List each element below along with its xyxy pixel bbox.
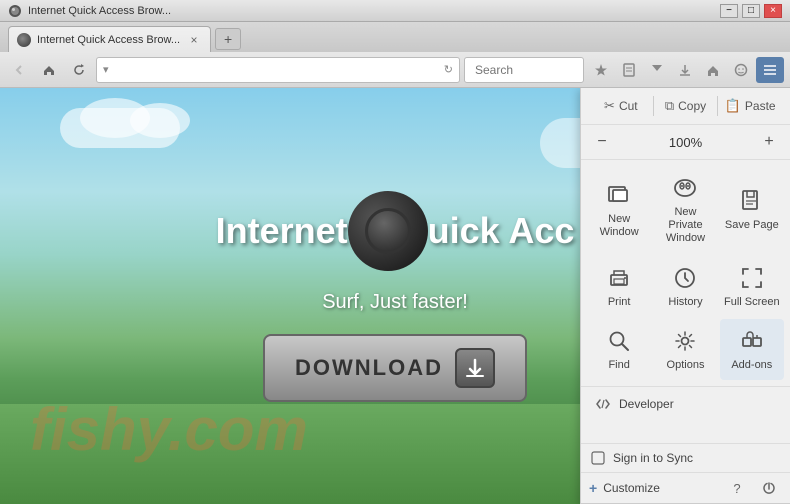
tab-favicon [17, 33, 31, 47]
copy-label: Copy [678, 99, 706, 113]
paste-icon: 📋 [725, 98, 741, 114]
save-page-icon [738, 187, 766, 215]
tab-bar: Internet Quick Access Brow... × + [0, 22, 790, 52]
sign-in-icon [589, 449, 607, 467]
pocket-icon[interactable] [644, 57, 670, 83]
menu-item-options[interactable]: Options [653, 319, 717, 380]
page-title-left: Internet [216, 210, 348, 252]
find-icon [605, 327, 633, 355]
menu-item-add-ons-label: Add-ons [731, 359, 772, 372]
new-tab-button[interactable]: + [215, 28, 241, 50]
developer-label: Developer [619, 397, 674, 411]
toolbar-icons [588, 57, 784, 83]
developer-icon [595, 396, 611, 412]
customize-row: + Customize ? [581, 472, 790, 503]
tab-close-button[interactable]: × [186, 32, 202, 48]
home-icon [42, 63, 56, 77]
zoom-in-button[interactable]: + [756, 129, 782, 155]
back-button[interactable] [6, 57, 32, 83]
hamburger-icon [763, 65, 777, 75]
page-subtitle: Surf, Just faster! [322, 291, 468, 314]
address-bar[interactable]: ▾ ↻ [96, 57, 460, 83]
zoom-level: 100% [619, 135, 752, 150]
menu-item-save-page-label: Save Page [725, 219, 779, 232]
address-dropdown-icon: ▾ [103, 63, 109, 76]
download-toolbar-icon[interactable] [672, 57, 698, 83]
page-logo [348, 191, 428, 271]
zoom-out-button[interactable]: − [589, 129, 615, 155]
address-refresh-icon: ↻ [444, 63, 453, 76]
private-window-icon [671, 174, 699, 202]
cut-label: Cut [619, 99, 638, 113]
menu-item-add-ons[interactable]: Add-ons [720, 319, 784, 380]
nav-bar: ▾ ↻ [0, 52, 790, 88]
customize-plus-icon: + [589, 480, 597, 496]
active-tab[interactable]: Internet Quick Access Brow... × [8, 26, 211, 52]
window-title: Internet Quick Access Brow... [28, 5, 171, 17]
sign-in-label[interactable]: Sign in to Sync [613, 451, 693, 465]
new-window-icon [605, 181, 633, 209]
download-button[interactable]: DOWNLOAD [263, 334, 527, 402]
menu-item-new-window[interactable]: New Window [587, 166, 651, 254]
power-button[interactable] [756, 477, 782, 499]
bookmark-star-icon[interactable] [588, 57, 614, 83]
zoom-row: − 100% + [581, 125, 790, 160]
search-bar[interactable] [464, 57, 584, 83]
menu-grid: New Window New Private Window Save Page [581, 160, 790, 387]
print-icon [605, 264, 633, 292]
menu-item-print[interactable]: Print [587, 256, 651, 317]
browser-favicon [8, 4, 22, 18]
menu-footer: Sign in to Sync [581, 443, 790, 472]
customize-left: + Customize [589, 480, 660, 496]
home-button[interactable] [36, 57, 62, 83]
dropdown-menu: ✂ Cut ⧉ Copy 📋 Paste − 100% + [580, 88, 790, 504]
reading-list-icon[interactable] [616, 57, 642, 83]
copy-button[interactable]: ⧉ Copy [654, 94, 718, 118]
options-icon [671, 327, 699, 355]
menu-item-options-label: Options [667, 359, 705, 372]
customize-actions: ? [724, 477, 782, 499]
address-input[interactable] [113, 63, 440, 77]
menu-item-history[interactable]: History [653, 256, 717, 317]
menu-item-find[interactable]: Find [587, 319, 651, 380]
paste-label: Paste [745, 99, 776, 113]
menu-bottom-section: Developer [581, 387, 790, 421]
menu-item-full-screen-label: Full Screen [724, 296, 780, 309]
history-icon [671, 264, 699, 292]
menu-item-save-page[interactable]: Save Page [720, 166, 784, 254]
cut-button[interactable]: ✂ Cut [589, 94, 653, 118]
smiley-icon[interactable] [728, 57, 754, 83]
menu-item-new-window-label: New Window [591, 213, 647, 239]
menu-item-history-label: History [668, 296, 702, 309]
refresh-icon [72, 63, 86, 77]
menu-item-private-window-label: New Private Window [657, 206, 713, 246]
page-title-right: uick Acc [428, 210, 575, 252]
download-arrow-icon [455, 348, 495, 388]
menu-item-find-label: Find [608, 359, 629, 372]
window-controls: − □ × [720, 4, 782, 18]
refresh-button[interactable] [66, 57, 92, 83]
tab-label: Internet Quick Access Brow... [37, 34, 180, 46]
download-label: DOWNLOAD [295, 355, 443, 381]
minimize-button[interactable]: − [720, 4, 738, 18]
add-ons-icon [738, 327, 766, 355]
back-icon [13, 64, 25, 76]
developer-item[interactable]: Developer [589, 391, 782, 417]
menu-item-new-private-window[interactable]: New Private Window [653, 166, 717, 254]
cut-icon: ✂ [604, 98, 615, 114]
close-button[interactable]: × [764, 4, 782, 18]
help-button[interactable]: ? [724, 477, 750, 499]
customize-label[interactable]: Customize [603, 481, 660, 495]
main-content: fishy.com Internet uick Acc Surf, Just f… [0, 88, 790, 504]
copy-icon: ⧉ [665, 98, 674, 114]
menu-item-print-label: Print [608, 296, 631, 309]
maximize-button[interactable]: □ [742, 4, 760, 18]
ccp-row: ✂ Cut ⧉ Copy 📋 Paste [581, 88, 790, 125]
home-toolbar-icon[interactable] [700, 57, 726, 83]
hamburger-menu-button[interactable] [756, 57, 784, 83]
title-bar: Internet Quick Access Brow... − □ × [0, 0, 790, 22]
full-screen-icon [738, 264, 766, 292]
paste-button[interactable]: 📋 Paste [718, 94, 782, 118]
menu-item-full-screen[interactable]: Full Screen [720, 256, 784, 317]
